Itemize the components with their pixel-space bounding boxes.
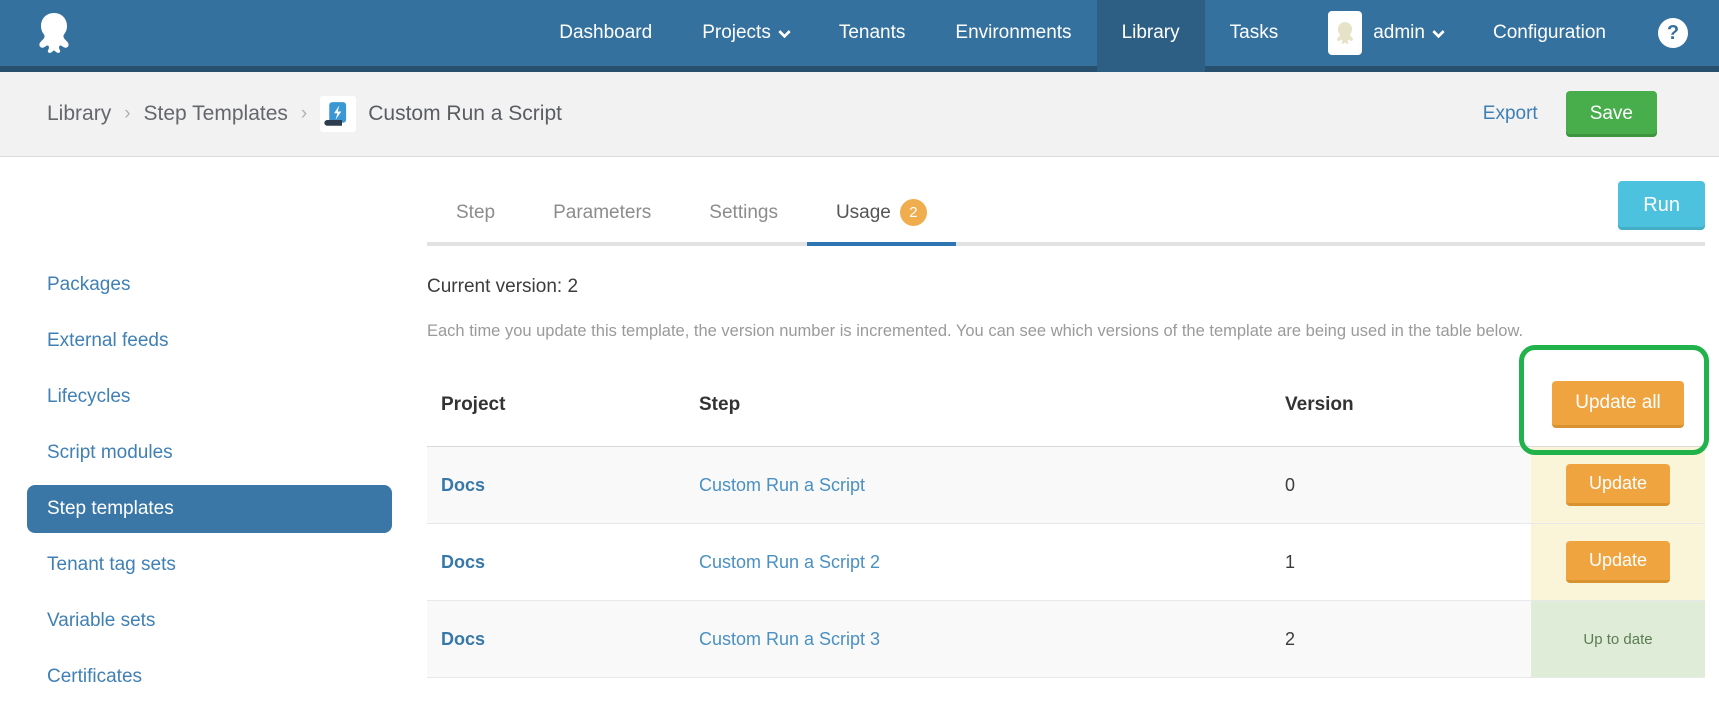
step-link[interactable]: Custom Run a Script 3 xyxy=(699,629,880,650)
username: admin xyxy=(1373,22,1425,43)
step-template-icon xyxy=(320,96,357,132)
table-row-2-version: 1 xyxy=(1271,524,1531,601)
table-row-1-version: 0 xyxy=(1271,447,1531,524)
column-header-action: Update all xyxy=(1519,345,1709,455)
octopus-logo-icon[interactable] xyxy=(0,0,110,72)
breadcrumb-library[interactable]: Library xyxy=(47,102,111,126)
save-button[interactable]: Save xyxy=(1565,91,1657,137)
help-icon: ? xyxy=(1658,18,1688,48)
page-title: Custom Run a Script xyxy=(368,102,562,125)
breadcrumb-bar: Library › Step Templates › Custom Run a … xyxy=(0,72,1719,157)
top-navbar: Dashboard Projects Tenants Environments … xyxy=(0,0,1719,72)
column-header-project: Project xyxy=(427,365,685,447)
table-row-2-step: Custom Run a Script 2 xyxy=(685,524,1271,601)
table-row-1-action: Update xyxy=(1531,447,1705,524)
user-avatar xyxy=(1328,11,1363,55)
table-row-3-project: Docs xyxy=(427,601,685,678)
nav-item-tasks[interactable]: Tasks xyxy=(1205,0,1304,72)
tab-parameters[interactable]: Parameters xyxy=(524,185,680,242)
library-sidebar: Packages External feeds Lifecycles Scrip… xyxy=(0,157,427,705)
table-row-3-step: Custom Run a Script 3 xyxy=(685,601,1271,678)
step-link[interactable]: Custom Run a Script xyxy=(699,475,865,496)
sidebar-item-script-modules[interactable]: Script modules xyxy=(27,425,392,481)
nav-item-tenants[interactable]: Tenants xyxy=(814,0,931,72)
project-link[interactable]: Docs xyxy=(441,475,485,496)
sidebar-item-packages[interactable]: Packages xyxy=(27,257,392,313)
main-panel: Step Parameters Settings Usage 2 Run Cur… xyxy=(427,157,1719,678)
project-link[interactable]: Docs xyxy=(441,552,485,573)
breadcrumb-step-templates[interactable]: Step Templates xyxy=(144,102,288,126)
sidebar-item-tenant-tag-sets[interactable]: Tenant tag sets xyxy=(27,537,392,593)
nav-menu: Dashboard Projects Tenants Environments … xyxy=(534,0,1719,72)
sidebar-item-external-feeds[interactable]: External feeds xyxy=(27,313,392,369)
breadcrumb-separator: › xyxy=(124,103,131,124)
tab-settings[interactable]: Settings xyxy=(680,185,807,242)
table-row-3-version: 2 xyxy=(1271,601,1531,678)
sidebar-item-step-templates[interactable]: Step templates xyxy=(27,481,392,537)
tab-usage[interactable]: Usage 2 xyxy=(806,185,956,246)
nav-item-configuration[interactable]: Configuration xyxy=(1468,0,1631,72)
column-header-version: Version xyxy=(1271,365,1531,447)
tab-bar: Step Parameters Settings Usage 2 Run xyxy=(427,181,1705,246)
table-row-2-action: Update xyxy=(1531,524,1705,601)
content-area: Packages External feeds Lifecycles Scrip… xyxy=(0,157,1719,705)
column-header-step: Step xyxy=(685,365,1271,447)
sidebar-item-certificates[interactable]: Certificates xyxy=(27,649,392,705)
run-button[interactable]: Run xyxy=(1618,181,1705,230)
current-version-text: Current version: 2 xyxy=(427,276,579,297)
step-link[interactable]: Custom Run a Script 2 xyxy=(699,552,880,573)
user-menu[interactable]: admin xyxy=(1303,0,1468,72)
table-row-1-step: Custom Run a Script xyxy=(685,447,1271,524)
usage-count-badge: 2 xyxy=(899,199,927,226)
nav-item-projects[interactable]: Projects xyxy=(677,0,814,72)
chevron-down-icon xyxy=(1432,25,1445,38)
export-link[interactable]: Export xyxy=(1483,103,1538,125)
table-row-1-project: Docs xyxy=(427,447,685,524)
help-button[interactable]: ? xyxy=(1631,0,1719,72)
breadcrumb-actions: Export Save xyxy=(1483,91,1657,137)
usage-description: Each time you update this template, the … xyxy=(427,322,1524,340)
update-button[interactable]: Update xyxy=(1565,541,1671,583)
nav-item-library[interactable]: Library xyxy=(1096,0,1205,72)
update-all-button[interactable]: Update all xyxy=(1552,381,1684,428)
sidebar-item-variable-sets[interactable]: Variable sets xyxy=(27,593,392,649)
nav-item-dashboard[interactable]: Dashboard xyxy=(534,0,677,72)
up-to-date-status: Up to date xyxy=(1583,630,1653,648)
project-link[interactable]: Docs xyxy=(441,629,485,650)
breadcrumb-separator: › xyxy=(300,103,308,124)
sidebar-item-lifecycles[interactable]: Lifecycles xyxy=(27,369,392,425)
usage-table: Project Step Version Update all Docs Cus… xyxy=(427,345,1709,678)
table-row-3-action: Up to date xyxy=(1531,601,1705,678)
update-button[interactable]: Update xyxy=(1565,464,1671,506)
chevron-down-icon xyxy=(777,25,791,38)
tab-step[interactable]: Step xyxy=(427,185,524,242)
table-row-2-project: Docs xyxy=(427,524,685,601)
nav-item-environments[interactable]: Environments xyxy=(930,0,1096,72)
